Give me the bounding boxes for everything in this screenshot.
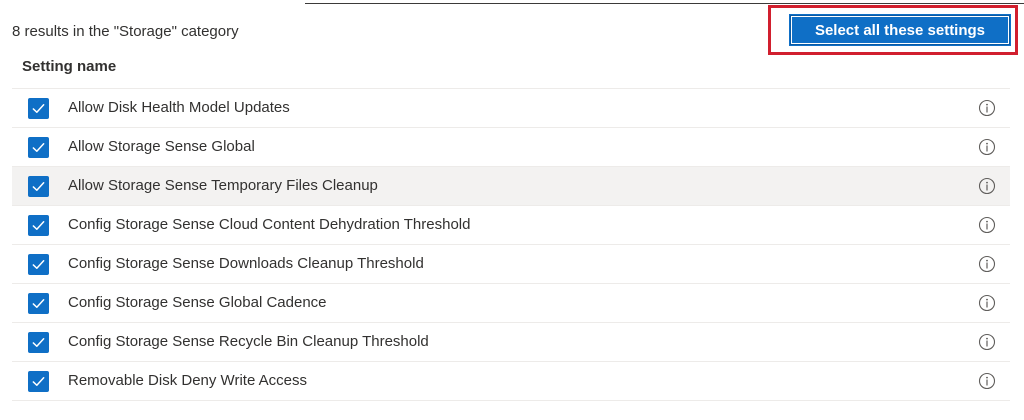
checkmark-icon xyxy=(32,260,45,269)
info-icon[interactable] xyxy=(978,216,996,234)
setting-checkbox[interactable] xyxy=(28,254,49,275)
setting-checkbox[interactable] xyxy=(28,293,49,314)
setting-label: Config Storage Sense Recycle Bin Cleanup… xyxy=(68,333,429,350)
table-row[interactable]: Allow Storage Sense Temporary Files Clea… xyxy=(12,167,1010,206)
table-row[interactable]: Removable Disk Deny Write Access xyxy=(12,362,1010,401)
info-icon[interactable] xyxy=(978,255,996,273)
table-row[interactable]: Config Storage Sense Recycle Bin Cleanup… xyxy=(12,323,1010,362)
top-divider xyxy=(305,3,1024,4)
checkmark-icon xyxy=(32,377,45,386)
checkmark-icon xyxy=(32,143,45,152)
setting-label: Allow Storage Sense Temporary Files Clea… xyxy=(68,177,378,194)
info-icon[interactable] xyxy=(978,333,996,351)
setting-checkbox[interactable] xyxy=(28,98,49,119)
setting-label: Config Storage Sense Global Cadence xyxy=(68,294,327,311)
results-summary: 8 results in the "Storage" category xyxy=(12,23,239,40)
info-icon[interactable] xyxy=(978,138,996,156)
checkmark-icon xyxy=(32,338,45,347)
table-row[interactable]: Config Storage Sense Cloud Content Dehyd… xyxy=(12,206,1010,245)
setting-checkbox[interactable] xyxy=(28,215,49,236)
setting-checkbox[interactable] xyxy=(28,137,49,158)
table-row[interactable]: Config Storage Sense Downloads Cleanup T… xyxy=(12,245,1010,284)
checkmark-icon xyxy=(32,221,45,230)
table-row[interactable]: Allow Storage Sense Global xyxy=(12,128,1010,167)
table-row[interactable]: Config Storage Sense Global Cadence xyxy=(12,284,1010,323)
setting-label: Config Storage Sense Cloud Content Dehyd… xyxy=(68,216,471,233)
column-header-setting-name: Setting name xyxy=(22,58,117,75)
info-icon[interactable] xyxy=(978,294,996,312)
setting-label: Config Storage Sense Downloads Cleanup T… xyxy=(68,255,424,272)
settings-picker-panel: 8 results in the "Storage" category Sele… xyxy=(0,0,1024,420)
checkmark-icon xyxy=(32,299,45,308)
setting-checkbox[interactable] xyxy=(28,332,49,353)
setting-checkbox[interactable] xyxy=(28,176,49,197)
setting-label: Removable Disk Deny Write Access xyxy=(68,372,307,389)
settings-list: Allow Disk Health Model Updates Allow St… xyxy=(12,88,1010,401)
setting-label: Allow Disk Health Model Updates xyxy=(68,99,290,116)
checkmark-icon xyxy=(32,182,45,191)
setting-label: Allow Storage Sense Global xyxy=(68,138,255,155)
checkmark-icon xyxy=(32,104,45,113)
table-row[interactable]: Allow Disk Health Model Updates xyxy=(12,89,1010,128)
setting-checkbox[interactable] xyxy=(28,371,49,392)
info-icon[interactable] xyxy=(978,99,996,117)
info-icon[interactable] xyxy=(978,177,996,195)
select-all-settings-button[interactable]: Select all these settings xyxy=(790,15,1010,45)
info-icon[interactable] xyxy=(978,372,996,390)
